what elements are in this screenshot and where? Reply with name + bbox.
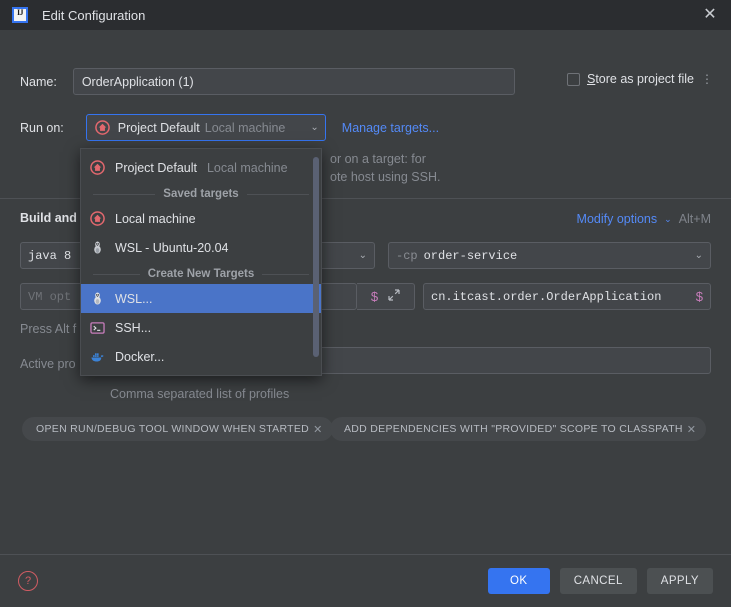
- divider-line: [246, 193, 309, 195]
- macro-dollar-icon[interactable]: $: [696, 289, 703, 304]
- intellij-idea-logo-icon: IJ: [12, 7, 28, 23]
- active-profiles-label: Active pro: [20, 357, 76, 371]
- chevron-down-icon: ⌄: [310, 122, 319, 133]
- help-icon[interactable]: ?: [18, 571, 38, 591]
- popup-item-label: Local machine: [115, 211, 196, 226]
- popup-item-label: SSH...: [115, 320, 152, 335]
- jdk-value: java 8: [28, 248, 72, 263]
- run-on-value-sub: Local machine: [204, 120, 286, 135]
- comma-separated-hint: Comma separated list of profiles: [110, 387, 290, 401]
- main-class-input[interactable]: cn.itcast.order.OrderApplication $: [423, 283, 711, 310]
- popup-item-create-docker[interactable]: Docker...: [81, 342, 321, 371]
- expand-arrows-icon[interactable]: [388, 289, 400, 304]
- run-on-value: Project Default: [117, 120, 200, 135]
- run-on-help-line-1: or on a target: for: [330, 152, 426, 166]
- popup-scrollbar-thumb[interactable]: [313, 157, 319, 357]
- kebab-menu-icon[interactable]: ⋮: [701, 73, 713, 85]
- docker-whale-icon: [89, 349, 105, 365]
- press-alt-hint: Press Alt f: [20, 322, 77, 336]
- close-icon[interactable]: ✕: [699, 4, 721, 26]
- modify-options-shortcut: Alt+M: [678, 212, 711, 226]
- popup-group-saved-targets: Saved targets: [81, 182, 321, 204]
- target-home-icon: [94, 120, 110, 135]
- target-home-icon: [89, 211, 105, 227]
- popup-scrollbar[interactable]: [313, 153, 320, 371]
- chevron-down-icon: ⌄: [694, 250, 703, 261]
- classpath-value: order-service: [423, 248, 518, 263]
- popup-item-label: Project Default: [115, 160, 197, 175]
- option-chip-label: OPEN RUN/DEBUG TOOL WINDOW WHEN STARTED: [36, 423, 310, 435]
- dialog-content: Name: Store as project file ⋮ Run on: Pr…: [0, 30, 731, 554]
- run-on-label: Run on:: [20, 120, 64, 135]
- popup-item-create-ssh[interactable]: SSH...: [81, 313, 321, 342]
- close-icon[interactable]: ✕: [313, 423, 323, 436]
- modify-options-control[interactable]: Modify options ⌄ Alt+M: [577, 212, 711, 226]
- vm-options-placeholder: VM opt: [28, 289, 72, 304]
- window-title: Edit Configuration: [42, 7, 146, 23]
- manage-targets-link[interactable]: Manage targets...: [342, 121, 439, 135]
- popup-group-title: Saved targets: [163, 188, 239, 200]
- terminal-icon: [89, 320, 105, 336]
- vm-options-expand-control[interactable]: $: [357, 283, 415, 310]
- popup-item-sublabel: Local machine: [206, 160, 288, 175]
- classpath-combobox[interactable]: -cp order-service ⌄: [388, 242, 711, 269]
- apply-button[interactable]: APPLY: [646, 568, 713, 594]
- chevron-down-icon: ⌄: [664, 213, 672, 224]
- popup-group-create-new-targets: Create New Targets: [81, 262, 321, 284]
- dialog-footer: ? OK CANCEL APPLY: [0, 554, 731, 607]
- store-as-project-file-control[interactable]: Store as project file ⋮: [566, 72, 713, 86]
- close-icon[interactable]: ✕: [687, 423, 697, 436]
- store-as-project-file-checkbox[interactable]: [566, 72, 580, 86]
- popup-item-label: WSL - Ubuntu-20.04: [115, 240, 229, 255]
- edit-configuration-dialog: IJ Edit Configuration ✕ Name: Store as p…: [0, 0, 731, 607]
- linux-penguin-icon: [89, 291, 105, 307]
- cancel-button[interactable]: CANCEL: [559, 568, 637, 594]
- run-on-help-line-2: ote host using SSH.: [330, 170, 441, 184]
- popup-item-wsl-ubuntu[interactable]: WSL - Ubuntu-20.04: [81, 233, 321, 262]
- run-on-targets-popup: Project Default Local machine Saved targ…: [80, 148, 322, 376]
- name-input[interactable]: [72, 68, 515, 95]
- run-on-combobox[interactable]: Project Default Local machine ⌄: [85, 114, 326, 141]
- chevron-down-icon: ⌄: [358, 250, 367, 261]
- divider-line: [93, 273, 140, 275]
- footer-buttons: OK CANCEL APPLY: [487, 568, 713, 594]
- modify-options-link[interactable]: Modify options: [577, 212, 658, 226]
- target-home-icon: [89, 160, 105, 176]
- popup-item-create-wsl[interactable]: WSL...: [81, 284, 321, 313]
- popup-item-label: Docker...: [115, 349, 165, 364]
- divider-line: [262, 273, 309, 275]
- ok-button[interactable]: OK: [487, 568, 550, 594]
- option-chip-label: ADD DEPENDENCIES WITH "PROVIDED" SCOPE T…: [344, 423, 683, 435]
- popup-item-project-default[interactable]: Project Default Local machine: [81, 153, 321, 182]
- run-on-help-text: or on a target: for ote host using SSH.: [330, 150, 670, 186]
- main-class-value: cn.itcast.order.OrderApplication: [431, 289, 662, 304]
- linux-penguin-icon: [89, 240, 105, 256]
- classpath-flag: -cp: [396, 248, 418, 263]
- name-label: Name:: [20, 74, 57, 89]
- macro-dollar-icon[interactable]: $: [371, 289, 378, 304]
- popup-item-label: WSL...: [115, 291, 153, 306]
- popup-group-title: Create New Targets: [147, 268, 255, 280]
- divider-line: [93, 193, 156, 195]
- title-bar: IJ Edit Configuration ✕: [0, 0, 731, 30]
- popup-item-local-machine[interactable]: Local machine: [81, 204, 321, 233]
- option-chip-open-run-debug-tool-window[interactable]: OPEN RUN/DEBUG TOOL WINDOW WHEN STARTED …: [22, 417, 333, 441]
- run-on-row: Run on: Project Default Local machine ⌄ …: [20, 114, 439, 141]
- store-as-project-file-label: Store as project file: [586, 72, 694, 86]
- option-chip-add-provided-dependencies[interactable]: ADD DEPENDENCIES WITH "PROVIDED" SCOPE T…: [330, 417, 707, 441]
